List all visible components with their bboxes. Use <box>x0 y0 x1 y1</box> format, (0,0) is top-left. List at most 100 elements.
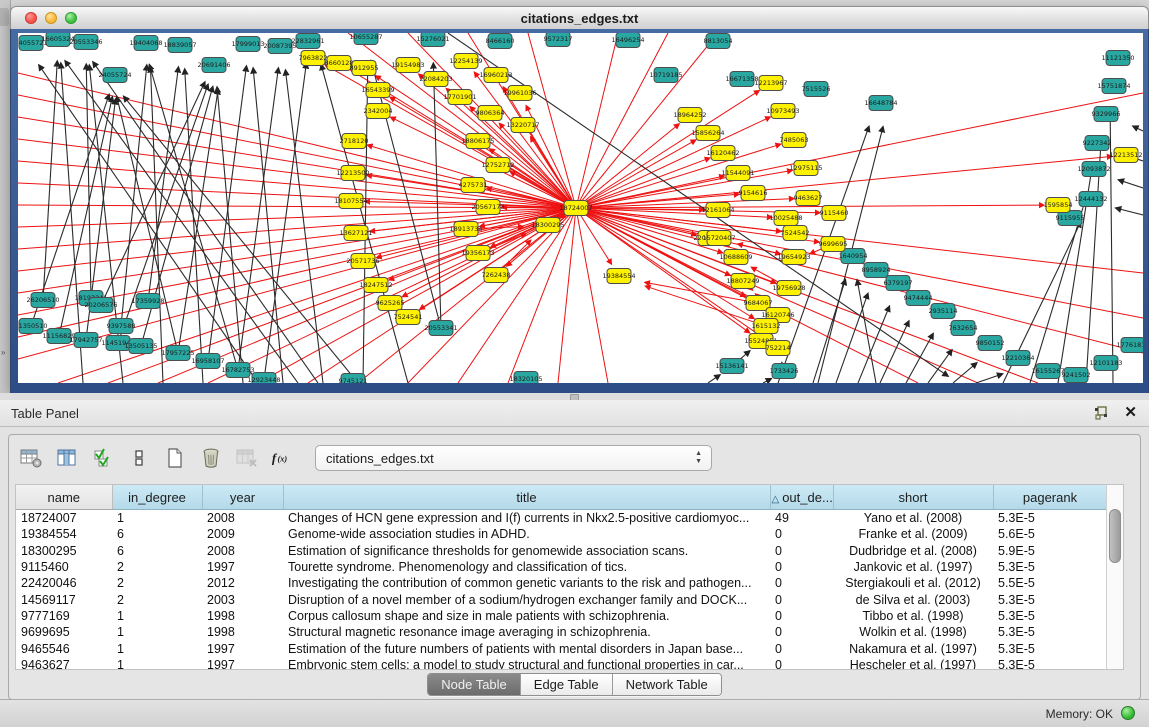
graph-node[interactable]: 12444132 <box>1074 192 1107 207</box>
graph-node[interactable]: 7632654 <box>949 321 978 336</box>
table-row[interactable]: 977716911998Corpus callosum shape and si… <box>16 608 1107 624</box>
table-mode-button[interactable] <box>19 446 43 470</box>
graph-node[interactable]: 17957225 <box>161 346 194 361</box>
graph-node[interactable]: 12213512 <box>1109 148 1142 163</box>
graph-node[interactable]: 9227342 <box>1083 136 1112 151</box>
graph-node[interactable]: 12254139 <box>449 54 482 69</box>
graph-node[interactable]: 11544091 <box>721 166 754 181</box>
select-all-columns-button[interactable] <box>91 446 115 470</box>
table-row[interactable]: 1456911722003Disruption of a novel membe… <box>16 591 1107 607</box>
tab-network-table[interactable]: Network Table <box>613 674 721 695</box>
table-row[interactable]: 2242004622012Investigating the contribut… <box>16 575 1107 591</box>
graph-node[interactable]: 1733426 <box>770 364 799 379</box>
graph-node[interactable]: 17761815 <box>1116 338 1143 353</box>
delete-column-button[interactable] <box>199 446 223 470</box>
graph-node[interactable]: 12923448 <box>247 373 280 384</box>
graph-node[interactable]: 8958924 <box>862 263 891 278</box>
graph-node[interactable]: 7963822 <box>299 51 328 66</box>
graph-node[interactable]: 9625265 <box>376 296 405 311</box>
close-panel-icon[interactable]: ✕ <box>1124 403 1137 421</box>
graph-node[interactable]: 18964252 <box>673 108 706 123</box>
table-row[interactable]: 1938455462009Genome-wide association stu… <box>16 526 1107 542</box>
graph-node[interactable]: 9699695 <box>819 237 848 252</box>
graph-node[interactable]: 18839057 <box>163 38 196 53</box>
graph-node[interactable]: 2342004 <box>364 104 393 119</box>
graph-node[interactable]: 22832961 <box>291 34 324 49</box>
graph-node[interactable]: 16120462 <box>706 146 739 161</box>
graph-node[interactable]: 20206576 <box>84 298 117 313</box>
graph-node[interactable]: 9745121 <box>339 374 368 384</box>
graph-node[interactable]: 9154616 <box>739 186 768 201</box>
graph-node[interactable]: 18107554 <box>334 194 367 209</box>
graph-node[interactable]: 13220717 <box>506 118 539 133</box>
graph-node[interactable]: 2718120 <box>340 134 369 149</box>
graph-node[interactable]: 9463627 <box>794 191 823 206</box>
graph-node[interactable]: 19961036 <box>503 86 536 101</box>
graph-node[interactable]: 9115460 <box>820 206 849 221</box>
column-header-pagerank[interactable]: pagerank <box>993 485 1107 510</box>
column-header-year[interactable]: year <box>202 485 283 510</box>
table-row[interactable]: 911546021997Tourette syndrome. Phenomeno… <box>16 559 1107 575</box>
row-options-button[interactable] <box>127 446 151 470</box>
graph-node[interactable]: 13627121 <box>339 226 372 241</box>
graph-node[interactable]: 12975115 <box>789 161 822 176</box>
graph-node[interactable]: 9806364 <box>476 106 505 121</box>
memory-ok-icon[interactable] <box>1121 706 1135 720</box>
graph-node[interactable]: 18807249 <box>726 274 759 289</box>
table-row[interactable]: 946362711997Embryonic stem cells: a mode… <box>16 657 1107 670</box>
graph-node[interactable]: 19154983 <box>391 58 424 73</box>
graph-node[interactable]: 17942757 <box>69 333 102 348</box>
graph-node[interactable]: 9397588 <box>107 319 136 334</box>
expand-arrow-icon[interactable]: » <box>1 348 5 357</box>
graph-node[interactable]: 16958107 <box>191 354 224 369</box>
network-canvas[interactable]: 2405572116605324205533462405572419404068… <box>18 33 1143 383</box>
graph-node[interactable]: 19654923 <box>777 250 810 265</box>
graph-node[interactable]: 16496254 <box>611 33 644 48</box>
graph-node[interactable]: 20691406 <box>197 58 230 73</box>
graph-node[interactable]: 8813054 <box>704 34 733 49</box>
graph-node[interactable]: 15136141 <box>715 359 748 374</box>
graph-node[interactable]: 10719185 <box>649 68 682 83</box>
graph-node[interactable]: 19404068 <box>129 36 162 51</box>
graph-node[interactable]: 12210364 <box>1001 351 1034 366</box>
graph-node[interactable]: 10688609 <box>719 250 752 265</box>
graph-node[interactable]: 17999013 <box>231 37 264 52</box>
graph-node[interactable]: 10973493 <box>766 104 799 119</box>
graph-node[interactable]: 16648784 <box>864 96 897 111</box>
graph-node[interactable]: 20571736 <box>346 254 379 269</box>
graph-node[interactable]: 1615132 <box>752 319 781 334</box>
graph-node[interactable]: 20553341 <box>424 321 457 336</box>
graph-node[interactable]: 4275731 <box>459 178 488 193</box>
graph-node[interactable]: 12213967 <box>754 76 787 91</box>
graph-node[interactable]: 1595854 <box>1044 198 1073 213</box>
graph-node[interactable]: 16155267 <box>1031 364 1064 379</box>
graph-node[interactable]: 9474444 <box>904 291 933 306</box>
graph-node[interactable]: 18913734 <box>449 222 482 237</box>
graph-node[interactable]: 7524542 <box>781 226 810 241</box>
float-panel-icon[interactable] <box>1093 405 1109 421</box>
graph-node[interactable]: 13505135 <box>124 339 157 354</box>
graph-node[interactable]: 15720407 <box>702 231 735 246</box>
table-select-dropdown[interactable]: citations_edges.txt ▲▼ <box>315 445 712 471</box>
graph-node[interactable]: 2935114 <box>929 304 958 319</box>
graph-node[interactable]: 16543399 <box>361 83 394 98</box>
graph-node[interactable]: 9572317 <box>544 33 573 47</box>
graph-node[interactable]: 752214 <box>766 341 791 356</box>
graph-node[interactable]: 8466160 <box>486 34 515 49</box>
table-row[interactable]: 969969511998Structural magnetic resonanc… <box>16 624 1107 640</box>
graph-node[interactable]: 19356173 <box>461 246 494 261</box>
graph-hub-node[interactable]: 18724007 <box>559 201 592 216</box>
graph-node[interactable]: 9329966 <box>1092 107 1121 122</box>
graph-node[interactable]: 17359928 <box>131 294 164 309</box>
graph-node[interactable]: 18247512 <box>359 278 392 293</box>
graph-node[interactable]: 7515526 <box>802 82 831 97</box>
graph-node[interactable]: 7485063 <box>780 133 809 148</box>
graph-node[interactable]: 20553346 <box>69 35 102 50</box>
graph-node[interactable]: 10025488 <box>769 211 802 226</box>
graph-node[interactable]: 16960213 <box>479 68 512 83</box>
graph-node[interactable]: 9850152 <box>976 336 1005 351</box>
table-row[interactable]: 1872400712008Changes of HCN gene express… <box>16 510 1107 527</box>
graph-node[interactable]: 12093872 <box>1077 162 1110 177</box>
create-column-button[interactable] <box>163 446 187 470</box>
graph-node[interactable]: 20567173 <box>471 200 504 215</box>
